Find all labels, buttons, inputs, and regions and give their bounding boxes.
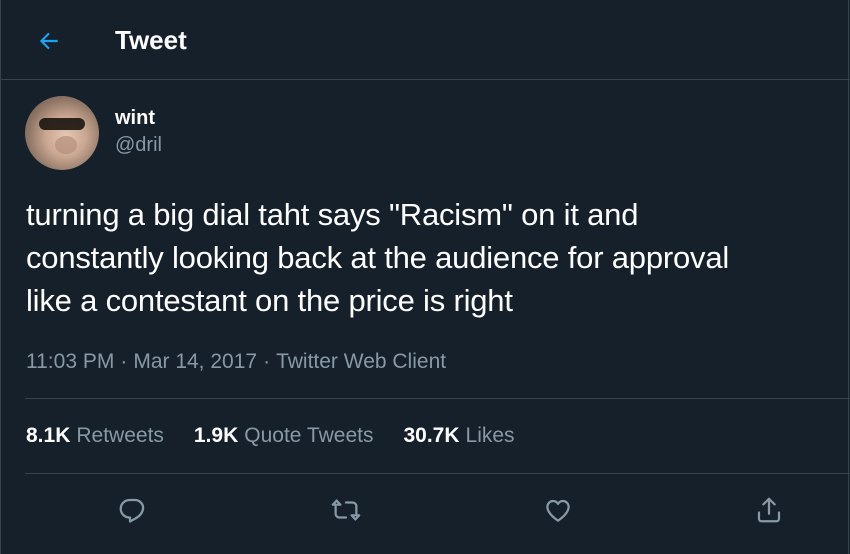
divider bbox=[25, 473, 850, 474]
quote-tweets-count: 1.9K bbox=[193, 424, 239, 447]
tweet-text-line: like a contestant on the price is right bbox=[26, 283, 513, 318]
retweets-label: Retweets bbox=[76, 424, 164, 447]
likes-stat[interactable]: 30.7K Likes bbox=[403, 422, 514, 450]
author-handle[interactable]: @dril bbox=[115, 133, 162, 157]
tweet-text: turning a big dial taht says "Racism" on… bbox=[26, 193, 846, 322]
meta-separator: · bbox=[120, 350, 128, 373]
share-icon bbox=[757, 497, 781, 523]
retweet-icon bbox=[331, 499, 361, 521]
tweet-page: Tweet wint @dril turning a big dial taht… bbox=[0, 0, 850, 554]
like-button[interactable] bbox=[538, 490, 578, 530]
likes-label: Likes bbox=[465, 424, 515, 447]
likes-count: 30.7K bbox=[403, 424, 460, 447]
reply-icon bbox=[119, 498, 145, 523]
retweets-stat[interactable]: 8.1K Retweets bbox=[26, 422, 164, 450]
reply-button[interactable] bbox=[112, 490, 152, 530]
tweet-time[interactable]: 11:03 PM bbox=[26, 350, 114, 373]
page-title: Tweet bbox=[115, 25, 187, 55]
author-name[interactable]: wint bbox=[115, 106, 155, 130]
share-button[interactable] bbox=[749, 490, 789, 530]
quote-tweets-label: Quote Tweets bbox=[244, 424, 374, 447]
avatar[interactable] bbox=[25, 96, 99, 170]
meta-separator: · bbox=[263, 350, 271, 373]
arrow-left-icon bbox=[39, 32, 58, 50]
tweet-meta: 11:03 PM · Mar 14, 2017 · Twitter Web Client bbox=[26, 348, 446, 376]
back-button[interactable] bbox=[30, 22, 68, 60]
retweet-button[interactable] bbox=[326, 490, 366, 530]
retweets-count: 8.1K bbox=[26, 424, 71, 447]
tweet-stats: 8.1K Retweets 1.9K Quote Tweets 30.7K Likes bbox=[26, 422, 515, 450]
like-icon bbox=[546, 499, 570, 522]
quote-tweets-stat[interactable]: 1.9K Quote Tweets bbox=[194, 422, 374, 450]
tweet-date[interactable]: Mar 14, 2017 bbox=[133, 350, 257, 373]
tweet-client[interactable]: Twitter Web Client bbox=[276, 350, 446, 373]
divider bbox=[25, 398, 850, 399]
tweet-text-line: turning a big dial taht says "Racism" on… bbox=[26, 197, 639, 232]
page-header: Tweet bbox=[1, 0, 850, 80]
tweet-text-line: constantly looking back at the audience … bbox=[26, 240, 730, 275]
